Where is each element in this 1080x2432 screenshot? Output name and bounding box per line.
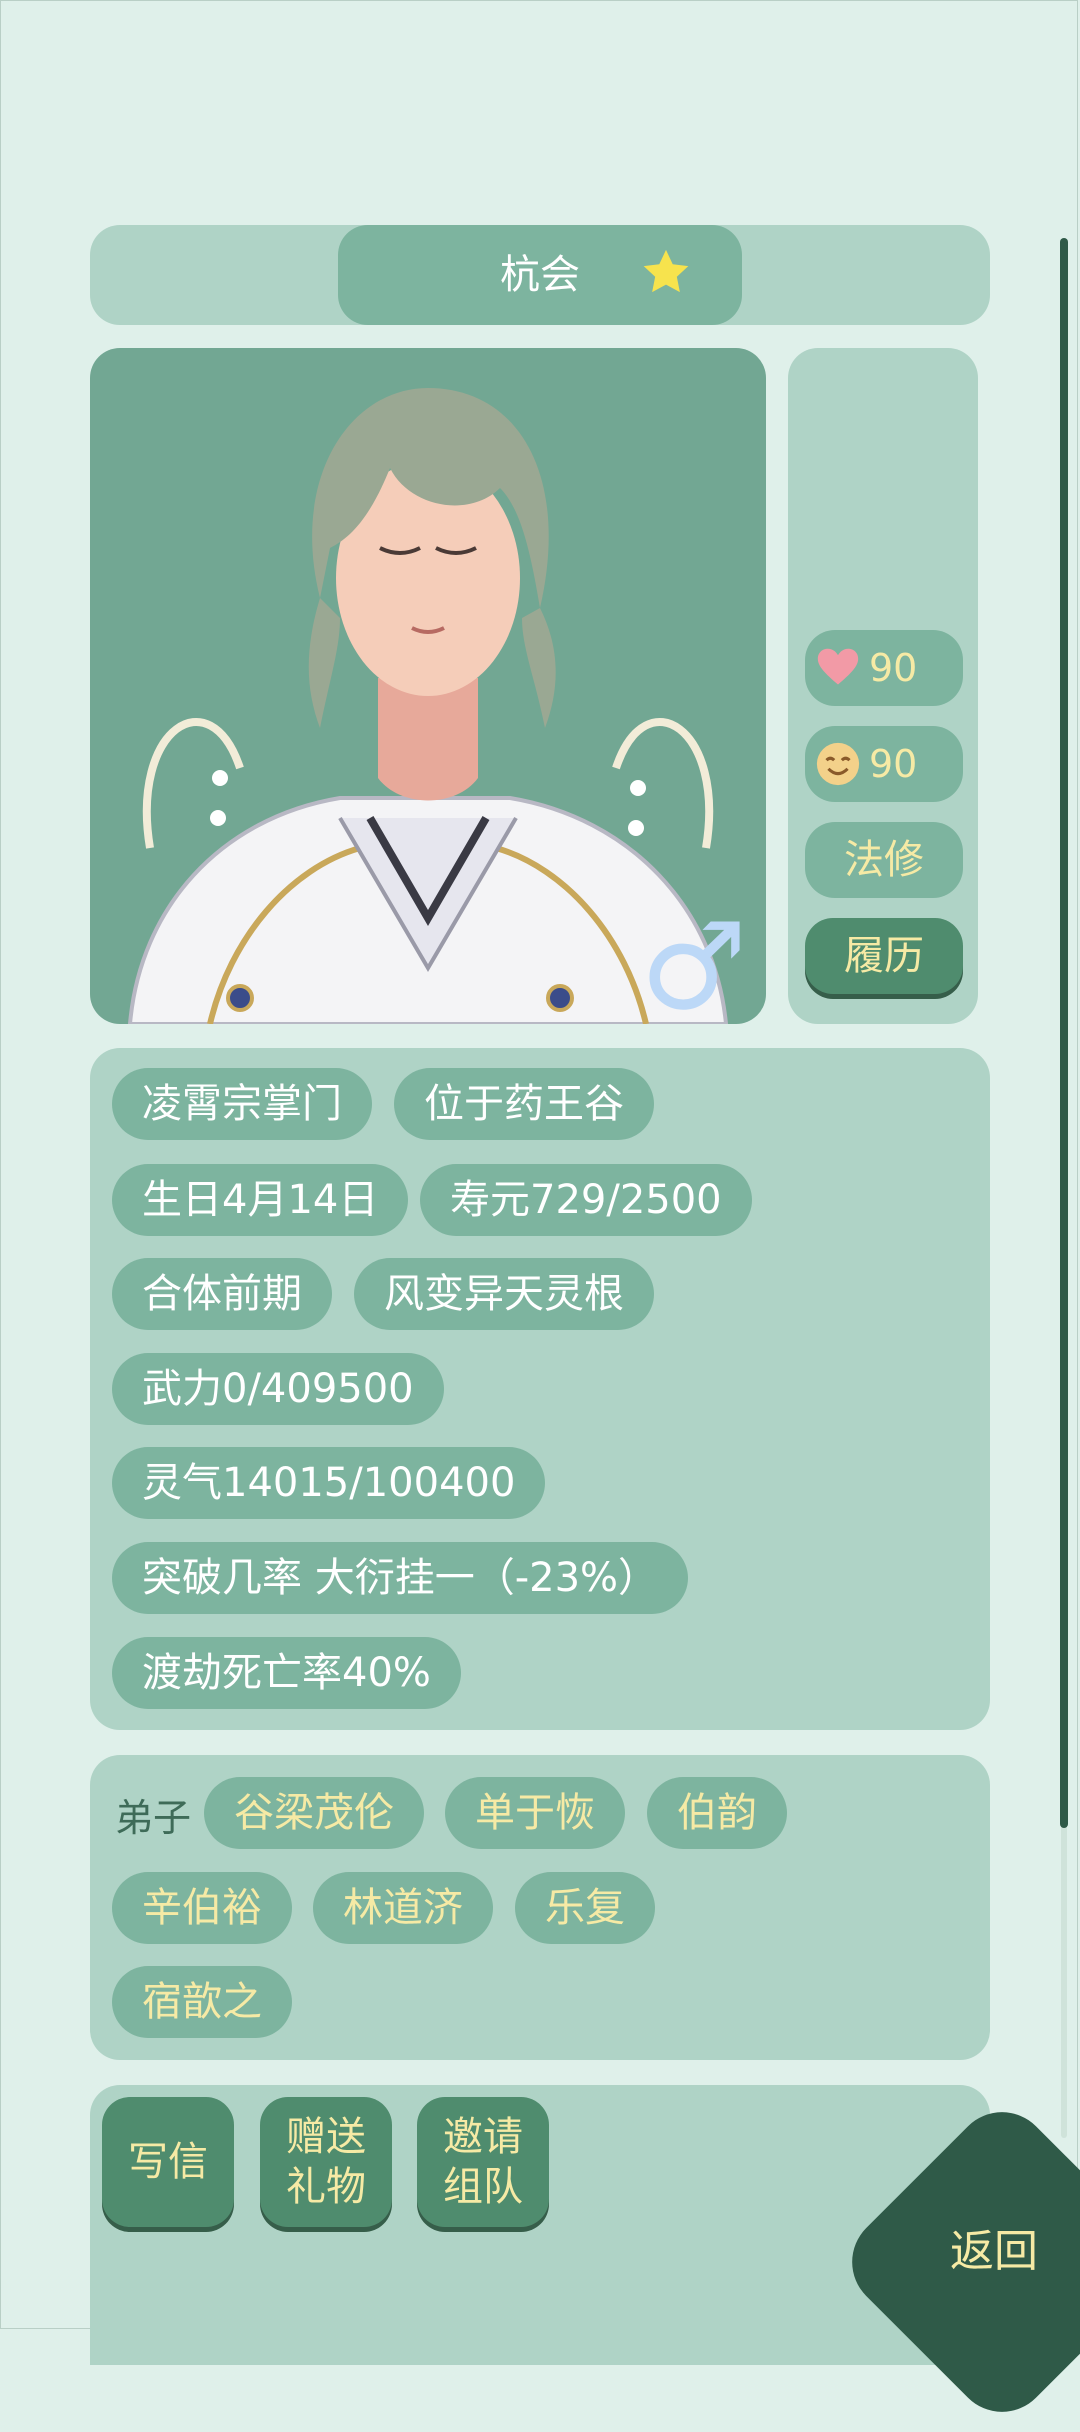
heart-icon — [817, 648, 859, 685]
affection-value: 90 — [869, 646, 918, 690]
mood-stat[interactable]: 90 — [805, 726, 963, 802]
disciple-chip[interactable]: 谷梁茂伦 — [204, 1777, 424, 1849]
disciple-chip[interactable]: 乐复 — [515, 1872, 655, 1944]
smile-icon — [816, 742, 860, 786]
resume-button[interactable]: 履历 — [805, 918, 963, 994]
male-symbol-icon: ♂ — [640, 898, 748, 1025]
send-gift-button[interactable]: 赠送 礼物 — [260, 2097, 392, 2227]
return-label[interactable]: 返回 — [950, 2222, 1038, 2282]
info-tag-birthday: 生日4月14日 — [112, 1164, 409, 1236]
disciple-chip[interactable]: 辛伯裕 — [112, 1872, 292, 1944]
character-portrait: ♂ — [90, 348, 766, 1024]
info-tag-power: 武力0/409500 — [112, 1353, 444, 1425]
mood-value: 90 — [869, 742, 918, 786]
invite-team-label-line2: 组队 — [443, 2164, 523, 2210]
invite-team-label-line1: 邀请 — [443, 2114, 523, 2160]
invite-team-button[interactable]: 邀请 组队 — [417, 2097, 549, 2227]
character-name: 杭会 — [500, 252, 580, 298]
cultivation-type-button[interactable]: 法修 — [805, 822, 963, 898]
disciple-chip[interactable]: 单于恢 — [445, 1777, 625, 1849]
send-gift-label-line2: 礼物 — [286, 2164, 366, 2210]
info-tag-realm: 合体前期 — [112, 1258, 332, 1330]
disciple-chip[interactable]: 伯韵 — [647, 1777, 787, 1849]
info-tag-sect: 凌霄宗掌门 — [112, 1068, 372, 1140]
write-letter-button[interactable]: 写信 — [102, 2097, 234, 2227]
star-icon[interactable] — [640, 246, 692, 298]
disciple-chip[interactable]: 宿歆之 — [112, 1966, 292, 2038]
scrollbar-thumb[interactable] — [1060, 238, 1068, 1828]
disciple-chip[interactable]: 林道济 — [313, 1872, 493, 1944]
send-gift-label-line1: 赠送 — [286, 2114, 366, 2160]
info-tag-root: 风变异天灵根 — [354, 1258, 654, 1330]
info-tag-breakthrough: 突破几率 大衍挂一（-23%） — [112, 1542, 689, 1614]
info-tag-lifespan: 寿元729/2500 — [420, 1164, 752, 1236]
info-tag-location[interactable]: 位于药王谷 — [394, 1068, 654, 1140]
affection-stat[interactable]: 90 — [805, 630, 963, 706]
disciples-label: 弟子 — [115, 1796, 192, 1840]
info-tag-tribulation: 渡劫死亡率40% — [112, 1637, 461, 1709]
write-letter-label: 写信 — [128, 2139, 208, 2185]
info-tag-spirit: 灵气14015/100400 — [112, 1447, 546, 1519]
